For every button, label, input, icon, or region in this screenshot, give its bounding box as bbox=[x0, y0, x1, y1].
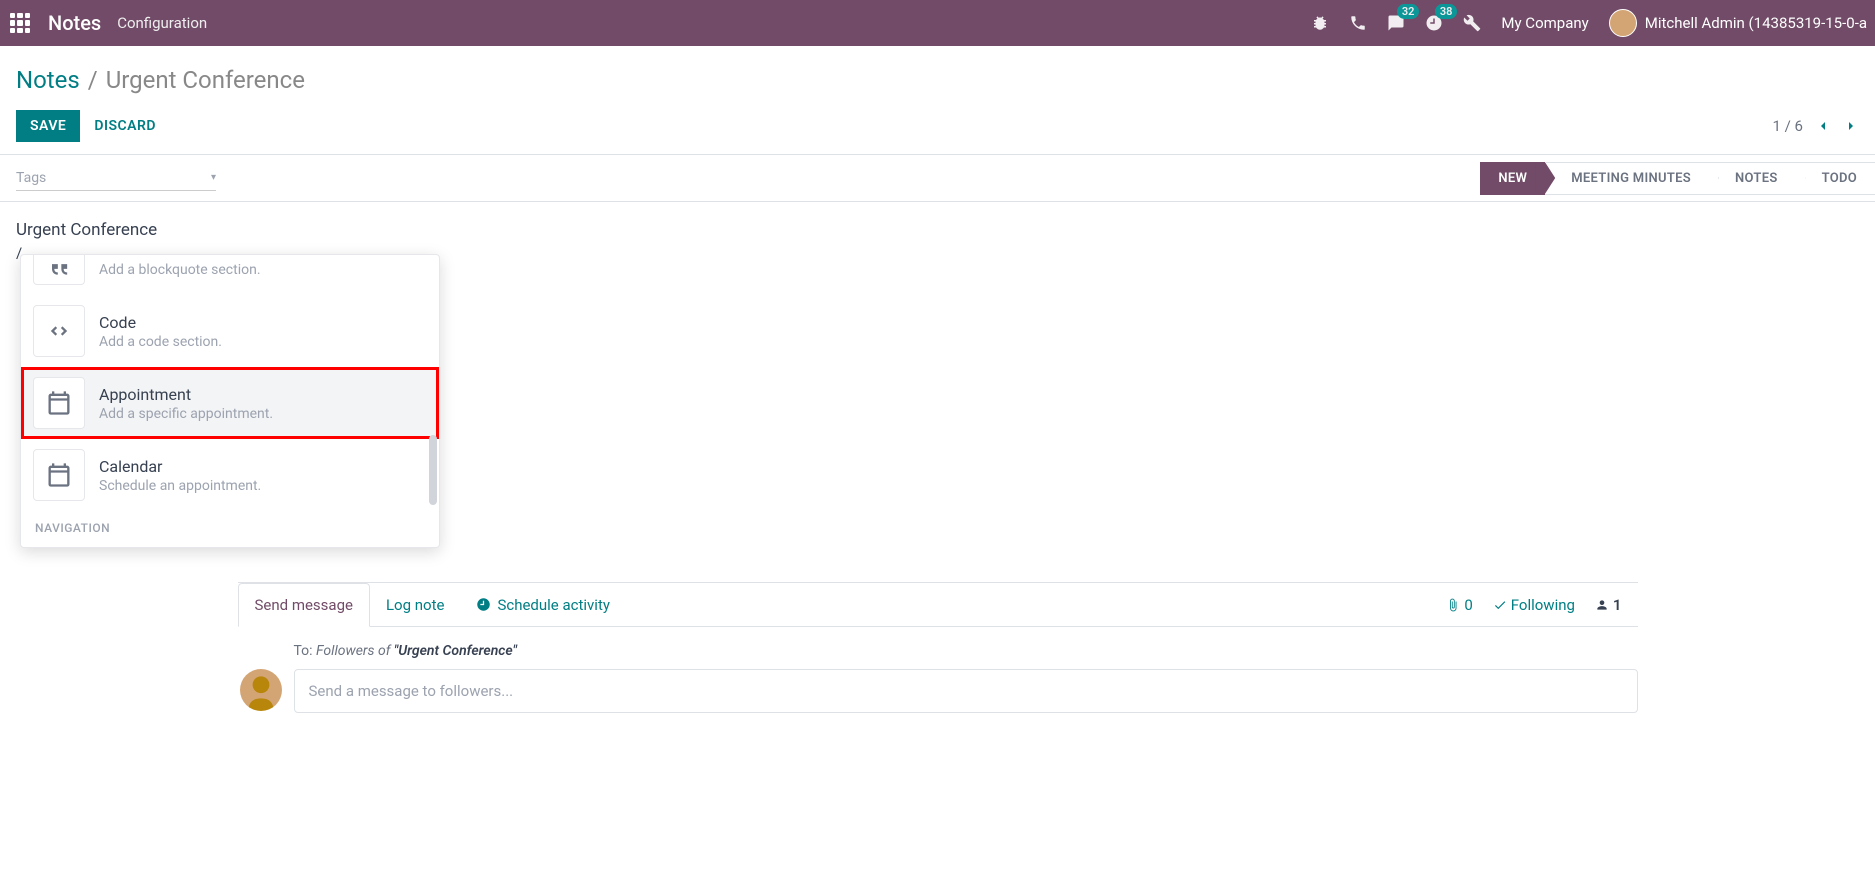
breadcrumb-current: Urgent Conference bbox=[106, 66, 305, 94]
tools-icon[interactable] bbox=[1463, 14, 1481, 32]
breadcrumb: Notes / Urgent Conference bbox=[16, 66, 1859, 94]
pager-next-icon[interactable] bbox=[1843, 118, 1859, 134]
compose-avatar bbox=[240, 669, 282, 711]
bug-icon[interactable] bbox=[1311, 14, 1329, 32]
activities-badge: 38 bbox=[1435, 4, 1458, 19]
tab-send-message[interactable]: Send message bbox=[238, 583, 370, 627]
status-todo[interactable]: TODO bbox=[1796, 162, 1875, 195]
chevron-down-icon: ▾ bbox=[211, 172, 216, 183]
check-icon bbox=[1493, 598, 1507, 612]
person-icon bbox=[1595, 598, 1609, 612]
clock-icon bbox=[476, 597, 491, 612]
save-button[interactable]: SAVE bbox=[16, 110, 80, 142]
command-palette: Add a blockquote section. Code Add a cod… bbox=[20, 254, 440, 548]
followers-count[interactable]: 1 bbox=[1595, 596, 1622, 614]
user-name: Mitchell Admin (14385319-15-0-a bbox=[1645, 14, 1867, 32]
app-brand[interactable]: Notes bbox=[48, 11, 101, 35]
tags-input[interactable]: Tags ▾ bbox=[16, 166, 216, 191]
cmd-code[interactable]: Code Add a code section. bbox=[21, 295, 439, 367]
breadcrumb-root[interactable]: Notes bbox=[16, 66, 80, 94]
discard-button[interactable]: DISCARD bbox=[80, 110, 170, 142]
quote-icon bbox=[33, 255, 85, 285]
apps-launcher-icon[interactable] bbox=[8, 11, 32, 35]
user-avatar bbox=[1609, 9, 1637, 37]
paperclip-icon bbox=[1446, 598, 1460, 612]
tab-schedule-activity[interactable]: Schedule activity bbox=[460, 584, 626, 626]
status-new[interactable]: NEW bbox=[1480, 162, 1545, 195]
attachments-count[interactable]: 0 bbox=[1446, 596, 1472, 614]
pager-prev-icon[interactable] bbox=[1815, 118, 1831, 134]
calendar-icon bbox=[33, 377, 85, 429]
status-meeting-minutes[interactable]: MEETING MINUTES bbox=[1545, 162, 1709, 195]
top-navbar: Notes Configuration 32 38 My Company Mit… bbox=[0, 0, 1875, 46]
status-notes[interactable]: NOTES bbox=[1709, 162, 1796, 195]
messages-icon[interactable]: 32 bbox=[1387, 14, 1405, 32]
scrollbar[interactable] bbox=[429, 435, 437, 505]
cmd-blockquote[interactable]: Add a blockquote section. bbox=[21, 255, 439, 295]
tab-log-note[interactable]: Log note bbox=[370, 584, 460, 626]
pager-text[interactable]: 1 / 6 bbox=[1773, 117, 1804, 135]
following-toggle[interactable]: Following bbox=[1493, 596, 1575, 614]
nav-configuration[interactable]: Configuration bbox=[117, 14, 207, 32]
compose-recipients: To: Followers of "Urgent Conference" bbox=[294, 643, 1638, 659]
phone-icon[interactable] bbox=[1349, 14, 1367, 32]
cmd-calendar[interactable]: Calendar Schedule an appointment. bbox=[21, 439, 439, 511]
user-menu[interactable]: Mitchell Admin (14385319-15-0-a bbox=[1609, 9, 1867, 37]
company-selector[interactable]: My Company bbox=[1501, 14, 1588, 32]
chatter: Send message Log note Schedule activity … bbox=[238, 582, 1638, 729]
cmd-section-navigation: NAVIGATION bbox=[21, 511, 439, 547]
cmd-appointment[interactable]: Appointment Add a specific appointment. bbox=[21, 367, 439, 439]
note-title[interactable]: Urgent Conference bbox=[16, 220, 1859, 240]
messages-badge: 32 bbox=[1397, 4, 1420, 19]
calendar-icon bbox=[33, 449, 85, 501]
statusbar: NEW MEETING MINUTES NOTES TODO bbox=[1480, 162, 1875, 195]
code-icon bbox=[33, 305, 85, 357]
message-input[interactable]: Send a message to followers... bbox=[294, 669, 1638, 713]
activities-icon[interactable]: 38 bbox=[1425, 14, 1443, 32]
